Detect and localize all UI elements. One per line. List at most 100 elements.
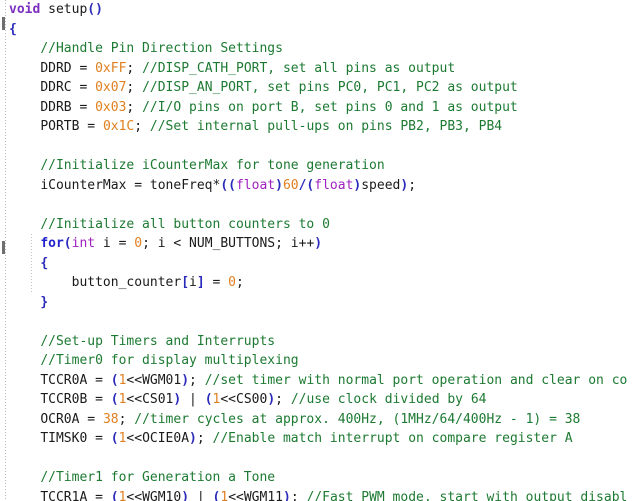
code-token-kw: for: [40, 236, 64, 251]
code-line[interactable]: DDRB = 0x03; //I/O pins on port B, set p…: [9, 98, 635, 118]
code-line[interactable]: }: [9, 293, 635, 313]
code-token-comment: //Initialize all button counters to 0: [40, 216, 330, 232]
code-token-plain: ;: [189, 372, 205, 388]
code-token-plain: ;: [196, 431, 213, 446]
code-line[interactable]: TCCR0B = (1<<CS01) | (1<<CS00); //use cl…: [9, 390, 635, 410]
code-token-plain: DDRB =: [40, 99, 96, 115]
code-token-punc: ): [267, 392, 276, 407]
code-token-plain: <<WGM10: [126, 489, 182, 501]
code-line[interactable]: DDRC = 0x07; //DISP_AN_PORT, set pins PC…: [9, 78, 635, 98]
code-line[interactable]: TIMSK0 = (1<<OCIE0A); //Enable match int…: [9, 429, 635, 449]
code-token-plain: TIMSK0 =: [40, 431, 111, 446]
code-token-void: void: [9, 2, 41, 17]
code-line[interactable]: //Initialize all button counters to 0: [9, 215, 635, 235]
code-token-plain: i =: [95, 236, 135, 251]
code-token-plain: TCCR0A =: [40, 372, 111, 388]
code-line[interactable]: DDRD = 0xFF; //DISP_CATH_PORT, set all p…: [9, 59, 635, 79]
code-token-plain: ;: [275, 392, 291, 407]
code-token-plain: ;: [134, 119, 150, 134]
code-line[interactable]: button_counter[i] = 0;: [9, 273, 635, 293]
code-line[interactable]: [9, 195, 635, 215]
code-token-punc: (: [110, 392, 119, 407]
code-token-punc: ): [181, 372, 190, 388]
code-token-punc: ): [275, 177, 283, 193]
code-token-punc: ): [282, 489, 291, 501]
code-token-plain: |: [181, 392, 205, 407]
code-token-punc: ): [189, 431, 197, 446]
code-line[interactable]: OCR0A = 38; //timer cycles at approx. 40…: [9, 410, 635, 430]
code-token-type: float: [235, 177, 276, 193]
code-token-punc: }: [40, 294, 49, 310]
code-line[interactable]: TCCR1A = (1<<WGM10) | (1<<WGM11); //Fast…: [9, 488, 635, 501]
code-token-plain: =: [204, 275, 229, 290]
code-line[interactable]: for(int i = 0; i < NUM_BUTTONS; i++): [9, 234, 635, 254]
code-line[interactable]: //Timer0 for display multiplexing: [9, 351, 635, 371]
code-line[interactable]: {: [9, 20, 635, 40]
code-token-plain: <<WGM11: [228, 489, 283, 501]
code-token-comment: //Set internal pull-ups on pins PB2, PB3…: [149, 119, 503, 134]
fold-marker[interactable]: [2, 241, 5, 254]
code-token-punc: ): [181, 489, 190, 501]
code-token-plain: ;: [126, 60, 143, 76]
code-token-punc: ): [314, 236, 323, 251]
code-content[interactable]: void setup(){ //Handle Pin Direction Set…: [9, 0, 635, 501]
code-line[interactable]: void setup(): [9, 0, 635, 20]
code-token-plain: ;: [126, 80, 143, 95]
code-line[interactable]: [9, 137, 635, 157]
code-token-type: float: [314, 177, 354, 193]
code-token-plain: ;: [290, 489, 307, 501]
code-token-num: 38: [102, 411, 119, 427]
code-token-comment: //DISP_CATH_PORT, set all pins as output: [142, 60, 456, 76]
code-token-plain: TCCR0B =: [40, 392, 111, 407]
code-token-punc: (: [110, 489, 119, 501]
code-token-type: int: [71, 236, 96, 251]
code-token-plain: speed: [361, 177, 401, 193]
code-token-num: 0x03: [95, 99, 127, 115]
code-line[interactable]: PORTB = 0x1C; //Set internal pull-ups on…: [9, 117, 635, 137]
code-editor-pane[interactable]: void setup(){ //Handle Pin Direction Set…: [0, 0, 635, 501]
code-token-punc: /(: [298, 177, 315, 193]
code-token-punc: [: [181, 275, 190, 290]
code-line[interactable]: //Initialize iCounterMax for tone genera…: [9, 156, 635, 176]
code-token-num: 1: [220, 489, 229, 501]
code-line[interactable]: //Timer1 for Generation a Tone: [9, 468, 635, 488]
code-token-punc: (: [110, 372, 119, 388]
code-token-comment: //Timer0 for display multiplexing: [40, 353, 299, 368]
code-token-plain: ;: [236, 275, 244, 290]
code-token-plain: ;: [126, 99, 143, 115]
code-line[interactable]: [9, 312, 635, 332]
code-token-plain: DDRD =: [40, 60, 96, 76]
code-line[interactable]: //Set-up Timers and Interrupts: [9, 332, 635, 352]
code-token-punc: (: [204, 392, 213, 407]
code-token-comment: //set timer with normal port operation a…: [204, 372, 628, 388]
code-token-num: 0: [134, 236, 143, 251]
code-line[interactable]: TCCR0A = (1<<WGM01); //set timer with no…: [9, 371, 635, 391]
code-token-plain: iCounterMax = toneFreq: [40, 177, 213, 193]
fold-marker[interactable]: [2, 17, 5, 30]
code-token-plain: <<WGM01: [126, 372, 182, 388]
code-token-plain: button_counter: [71, 275, 182, 290]
code-line[interactable]: {: [9, 254, 635, 274]
code-token-plain: <<CS01: [126, 392, 174, 407]
code-token-comment: //Timer1 for Generation a Tone: [40, 470, 276, 485]
code-token-plain: ;: [408, 177, 417, 193]
code-token-comment: //Enable match interrupt on compare regi…: [212, 431, 573, 446]
code-token-punc: (): [87, 2, 103, 17]
code-token-num: 0x1C: [102, 119, 135, 134]
code-token-punc: (: [63, 236, 72, 251]
code-token-comment: //Fast PWM mode, start with output disab…: [306, 489, 628, 501]
code-token-num: 0: [228, 275, 236, 290]
code-line[interactable]: //Handle Pin Direction Settings: [9, 39, 635, 59]
code-token-comment: //timer cycles at approx. 400Hz, (1MHz/6…: [134, 411, 581, 427]
code-line[interactable]: [9, 449, 635, 469]
code-token-plain: ; i < NUM_BUTTONS; i++: [142, 236, 315, 251]
code-token-punc: ((: [220, 177, 236, 193]
code-token-comment: //I/O pins on port B, set pins 0 and 1 a…: [142, 99, 518, 115]
code-line[interactable]: iCounterMax = toneFreq*((float)60/(float…: [9, 176, 635, 196]
code-token-comment: //Handle Pin Direction Settings: [40, 41, 283, 56]
code-token-plain: OCR0A =: [40, 411, 103, 427]
code-token-comment: //DISP_AN_PORT, set pins PC0, PC1, PC2 a…: [142, 80, 518, 95]
code-token-num: 0xFF: [95, 60, 127, 76]
code-token-plain: DDRC =: [40, 80, 96, 95]
